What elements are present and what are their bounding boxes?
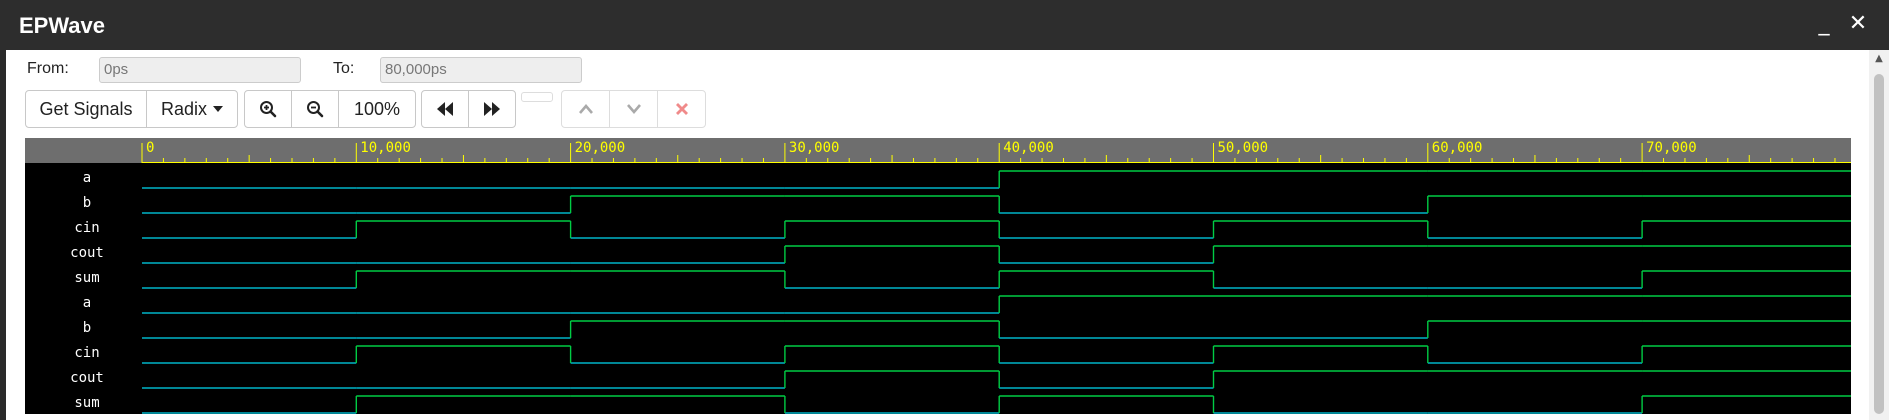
fast-forward-button[interactable] xyxy=(469,91,515,127)
signal-name: b xyxy=(83,195,91,211)
ruler-tick-label: 10,000 xyxy=(360,140,411,156)
window-title: EPWave xyxy=(19,13,106,38)
close-icon[interactable]: ✕ xyxy=(1844,10,1872,38)
waveform-background xyxy=(25,138,1851,414)
signal-name: cout xyxy=(70,245,104,261)
ruler-tick-label: 20,000 xyxy=(575,140,626,156)
zoom-out-icon xyxy=(307,101,324,118)
move-down-button[interactable] xyxy=(610,91,658,127)
blank-button[interactable] xyxy=(521,92,553,102)
ruler-tick-label: 0 xyxy=(146,140,154,156)
time-ruler xyxy=(25,138,1851,163)
get-signals-button[interactable]: Get Signals xyxy=(26,91,147,127)
zoom-in-button[interactable] xyxy=(245,91,292,127)
epwave-panel: From: 0ps To: 80,000ps Get Signals Radix… xyxy=(6,50,1869,420)
delete-icon xyxy=(675,103,688,115)
from-label: From: xyxy=(27,60,69,77)
caret-down-icon xyxy=(213,106,224,112)
zoom-in-icon xyxy=(260,101,277,118)
move-up-icon xyxy=(578,104,593,114)
get-signals-label: Get Signals xyxy=(39,98,133,119)
radix-dropdown[interactable]: Radix xyxy=(147,91,237,127)
zoom-out-button[interactable] xyxy=(292,91,339,127)
edit-button-group xyxy=(561,90,706,128)
zoom-level-button[interactable]: 100% xyxy=(339,91,415,127)
rewind-icon xyxy=(437,102,453,116)
title-bar: EPWave _ ✕ xyxy=(0,0,1889,50)
delete-button[interactable] xyxy=(658,91,705,127)
waveform-canvas[interactable]: 0 10,000 20,000 30,000 40,000 50,000 60,000 70,… xyxy=(25,138,1851,414)
ruler-tick-label: 40,000 xyxy=(1003,140,1054,156)
radix-label: Radix xyxy=(160,98,208,119)
fast-forward-icon xyxy=(484,102,500,116)
signal-name: sum xyxy=(74,395,99,411)
signal-name: sum xyxy=(74,270,99,286)
zoom-level: 100% xyxy=(353,98,401,119)
scroll-up-icon[interactable]: ▲ xyxy=(1869,52,1889,66)
navigation-button-group xyxy=(421,90,516,128)
scroll-thumb[interactable] xyxy=(1874,74,1884,414)
signal-name: cin xyxy=(74,220,99,236)
ruler-tick-label: 70,000 xyxy=(1646,140,1697,156)
from-input[interactable]: 0ps xyxy=(99,57,301,83)
signal-name: cin xyxy=(74,345,99,361)
ruler-tick-label: 60,000 xyxy=(1432,140,1483,156)
to-input[interactable]: 80,000ps xyxy=(380,57,582,83)
signals-button-group: Get Signals Radix xyxy=(25,90,238,128)
signal-name: b xyxy=(83,320,91,336)
signal-name: a xyxy=(83,170,91,186)
to-label: To: xyxy=(333,60,355,77)
vertical-scrollbar[interactable]: ▲ xyxy=(1869,50,1889,420)
minimize-icon[interactable]: _ xyxy=(1810,10,1838,38)
rewind-button[interactable] xyxy=(422,91,469,127)
zoom-button-group: 100% xyxy=(244,90,416,128)
signal-name: a xyxy=(83,295,91,311)
signal-name: cout xyxy=(70,370,104,386)
waveform-viewer[interactable]: 0 10,000 20,000 30,000 40,000 50,000 60,000 70,… xyxy=(25,138,1851,414)
ruler-tick-label: 30,000 xyxy=(789,140,840,156)
ruler-tick-label: 50,000 xyxy=(1218,140,1269,156)
move-up-button[interactable] xyxy=(562,91,610,127)
move-down-icon xyxy=(626,104,641,114)
